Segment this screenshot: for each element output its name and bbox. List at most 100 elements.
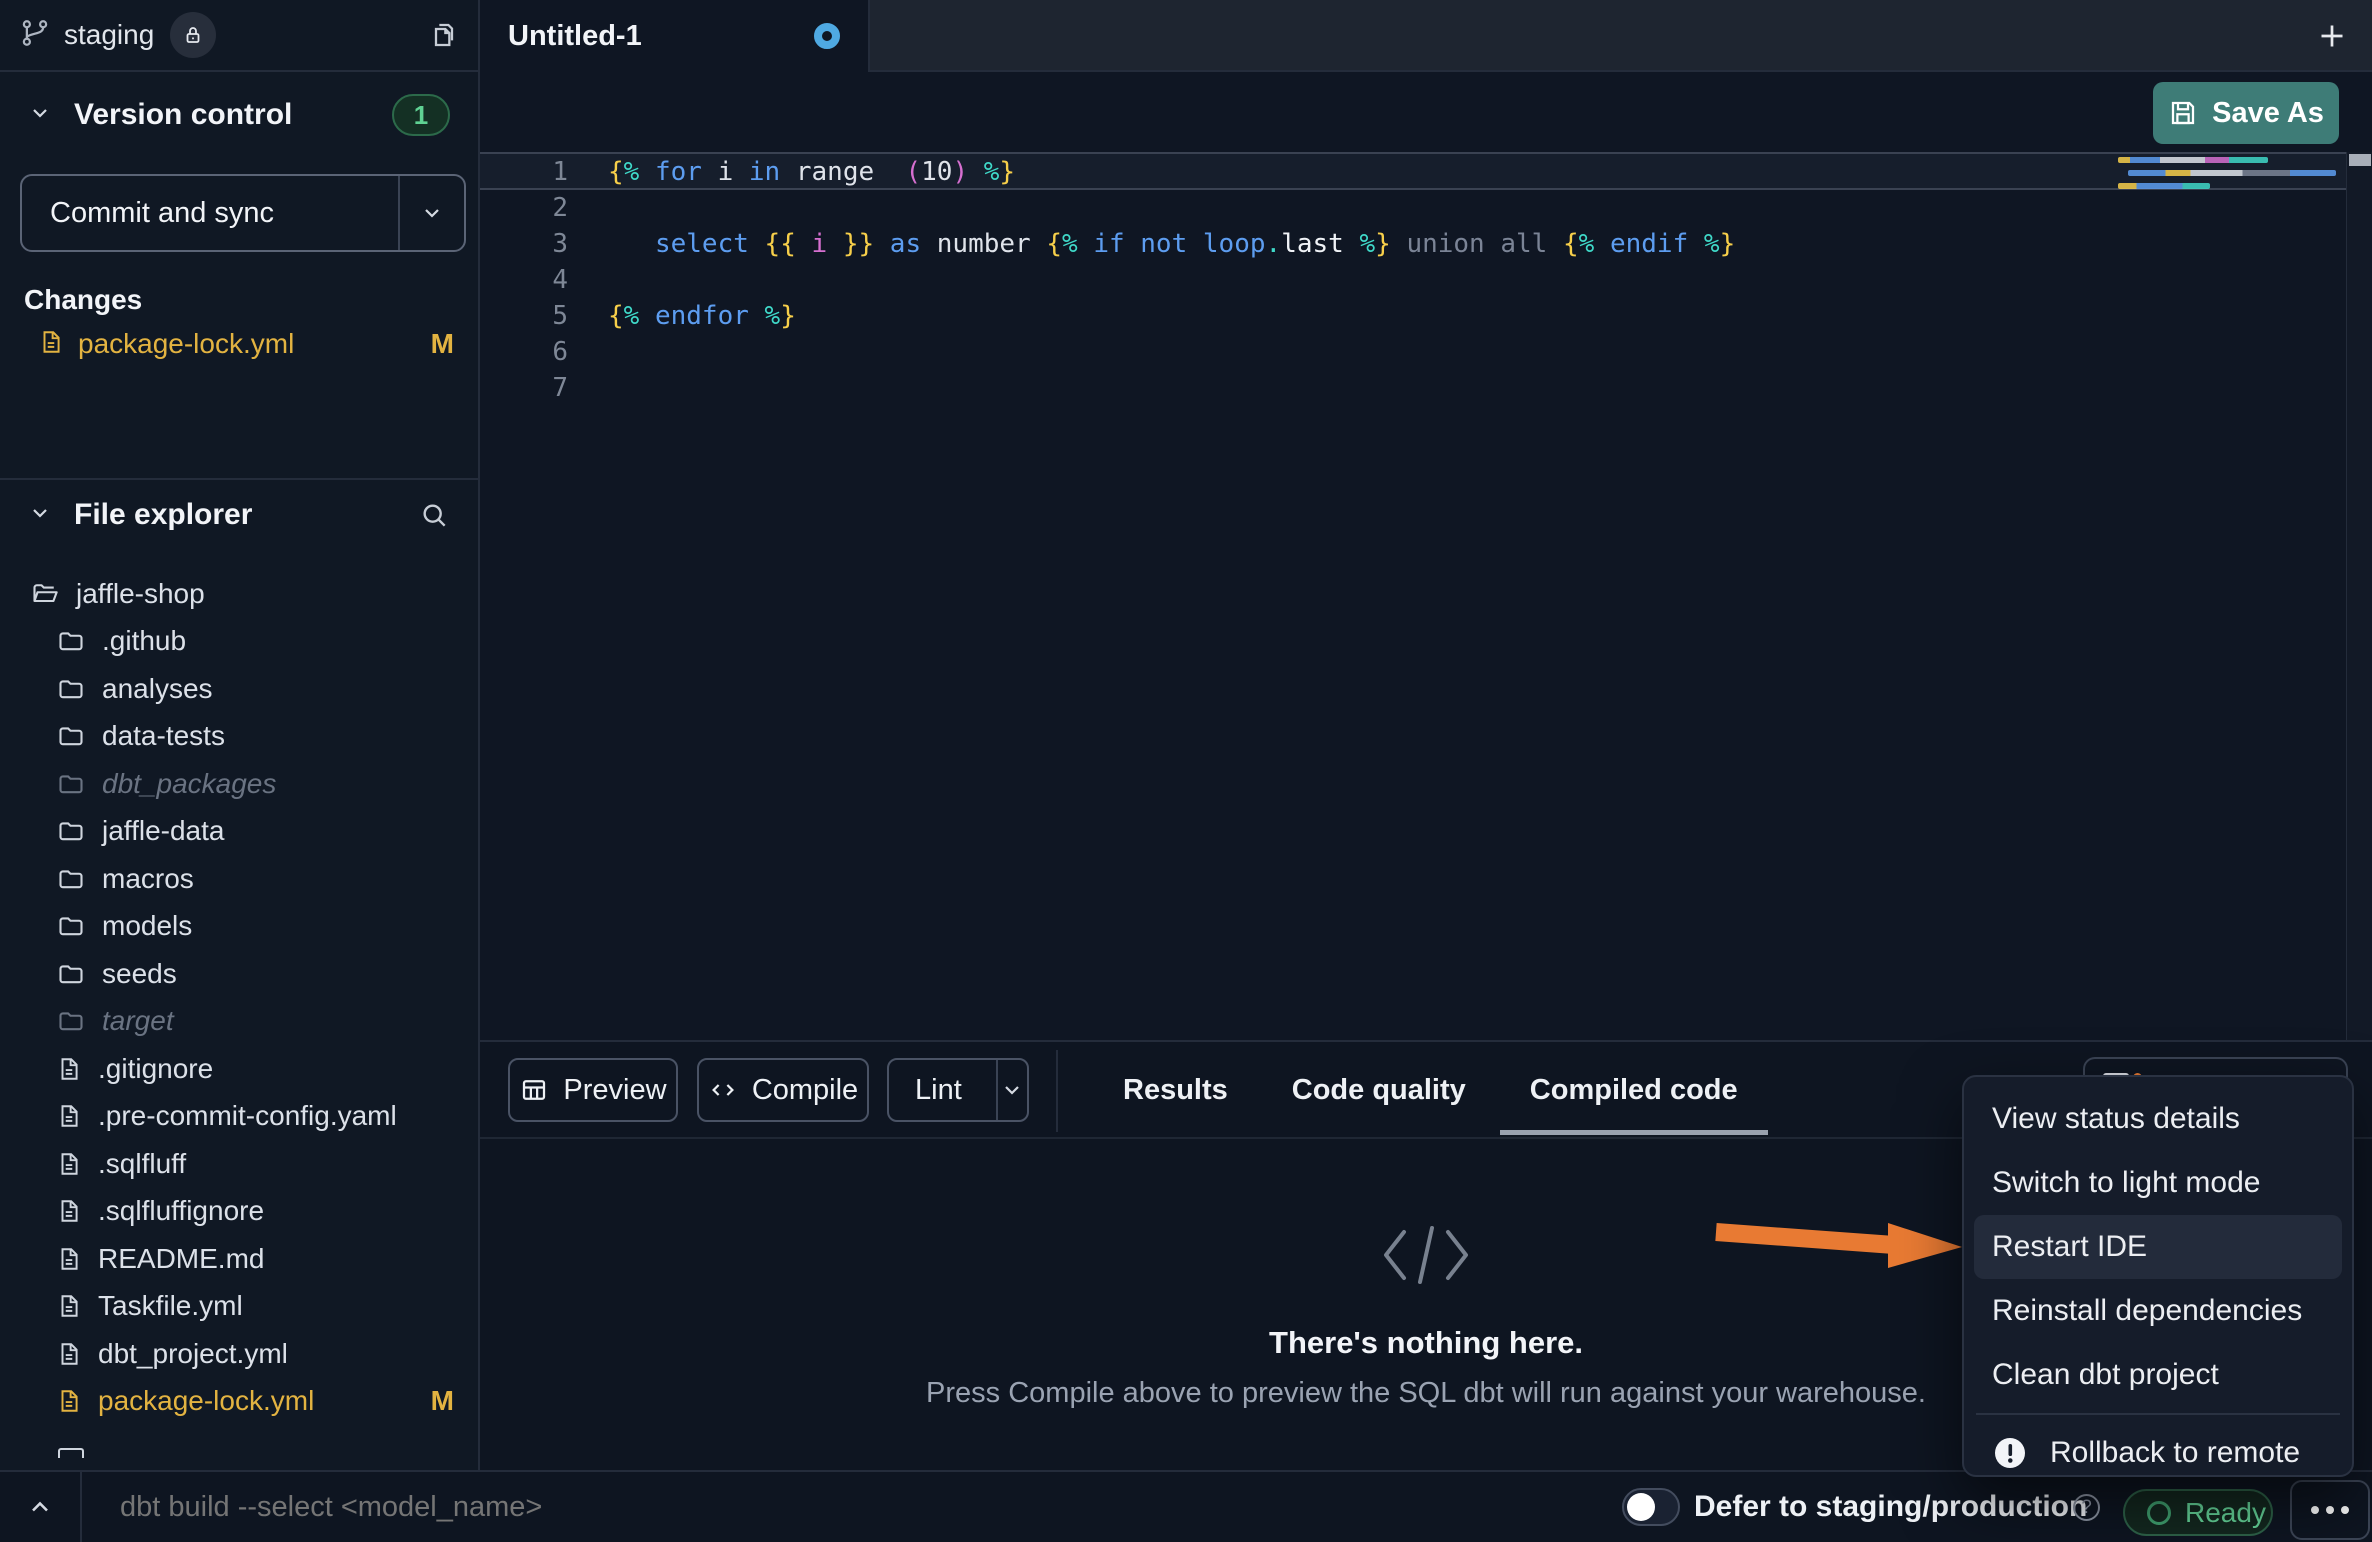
file-explorer-section: File explorer: [0, 478, 478, 530]
tab-compiled-code[interactable]: Compiled code: [1530, 1042, 1738, 1139]
commit-and-sync-button[interactable]: Commit and sync: [20, 174, 466, 252]
folder-icon: [56, 1007, 86, 1035]
chevron-up-icon: [26, 1493, 54, 1521]
copy-files-icon[interactable]: [426, 19, 458, 51]
tree-item-data-tests[interactable]: data-tests: [0, 713, 478, 761]
lint-label: Lint: [889, 1074, 982, 1107]
file-explorer-header[interactable]: File explorer: [0, 480, 478, 530]
lint-button[interactable]: Lint: [887, 1058, 1029, 1122]
lock-icon: [170, 12, 216, 58]
new-tab-plus-icon[interactable]: [2314, 18, 2350, 54]
editor-tabstrip: Untitled-1: [480, 0, 2372, 72]
tree-item-target[interactable]: target: [0, 998, 478, 1046]
tab-results[interactable]: Results: [1123, 1042, 1228, 1139]
file-icon: [38, 327, 64, 362]
tree-item-README.md[interactable]: README.md: [0, 1235, 478, 1283]
menu-item-restart-ide[interactable]: Restart IDE: [1974, 1215, 2342, 1279]
annotation-arrow: [1712, 1220, 1964, 1275]
modified-badge: M: [431, 328, 454, 360]
sidebar: staging Version control 1 Commit and syn…: [0, 0, 480, 1470]
chevron-down-icon: [1000, 1078, 1024, 1102]
tree-item-Taskfile.yml[interactable]: Taskfile.yml: [0, 1283, 478, 1331]
file-explorer-title: File explorer: [74, 498, 252, 532]
tree-item-analyses[interactable]: analyses: [0, 665, 478, 713]
folder-icon: [56, 865, 86, 893]
unsaved-indicator-dot: [814, 23, 840, 49]
collapse-panel-button[interactable]: [0, 1472, 82, 1542]
file-icon: [56, 1339, 82, 1369]
code-line-5: 5{% endfor %}: [480, 298, 2372, 334]
vertical-scrollbar[interactable]: [2346, 152, 2372, 1040]
code-line-3: 3 select {{ i }} as number {% if not loo…: [480, 226, 2372, 262]
compile-button[interactable]: Compile: [697, 1058, 869, 1122]
chevron-down-icon: [28, 101, 52, 130]
changed-file-package-lock.yml[interactable]: package-lock.ymlM: [0, 322, 478, 366]
version-control-header[interactable]: Version control 1: [0, 90, 478, 140]
line-number: 3: [480, 229, 568, 259]
tree-item-.sqlfluff[interactable]: .sqlfluff: [0, 1140, 478, 1188]
tab-untitled-1[interactable]: Untitled-1: [480, 0, 870, 72]
folder-icon: [56, 817, 86, 845]
tree-item-dbt_packages[interactable]: dbt_packages: [0, 760, 478, 808]
tree-item-jaffle-shop[interactable]: jaffle-shop: [0, 570, 478, 618]
search-icon[interactable]: [418, 499, 450, 531]
tree-item-.github[interactable]: .github: [0, 618, 478, 666]
tree-item-.pre-commit-config.yaml[interactable]: .pre-commit-config.yaml: [0, 1093, 478, 1141]
code-line-7: 7: [480, 370, 2372, 406]
tree-item-models[interactable]: models: [0, 903, 478, 951]
save-icon: [2168, 98, 2198, 128]
folder-open-icon: [30, 580, 60, 608]
line-number: 7: [480, 373, 568, 403]
tree-item-package-lock.yml[interactable]: package-lock.ymlM: [0, 1378, 478, 1426]
menu-item-view-status-details[interactable]: View status details: [1964, 1087, 2352, 1151]
version-control-title: Version control: [74, 98, 292, 132]
tree-item-.gitignore[interactable]: .gitignore: [0, 1045, 478, 1093]
code-editor[interactable]: 1{% for i in range (10) %}23 select {{ i…: [480, 152, 2372, 1040]
question-circle-icon[interactable]: ?: [2073, 1494, 2100, 1521]
line-number: 4: [480, 265, 568, 295]
folder-icon: [56, 722, 86, 750]
defer-toggle[interactable]: [1622, 1488, 1680, 1526]
branch-row: staging: [0, 0, 478, 72]
modified-badge: M: [431, 1385, 454, 1417]
changes-heading: Changes: [24, 284, 142, 316]
file-tree: jaffle-shop.githubanalysesdata-testsdbt_…: [0, 570, 478, 1425]
tab-code-quality[interactable]: Code quality: [1292, 1042, 1466, 1139]
folder-icon: [56, 912, 86, 940]
tree-item-seeds[interactable]: seeds: [0, 950, 478, 998]
commit-options-dropdown[interactable]: [398, 176, 464, 250]
menu-divider: [1976, 1413, 2340, 1415]
file-icon: [56, 1149, 82, 1179]
results-tabs: Results Code quality Compiled code: [1123, 1042, 1738, 1139]
ide-options-menu: View status detailsSwitch to light modeR…: [1962, 1075, 2354, 1477]
save-as-button[interactable]: Save As: [2153, 82, 2339, 144]
tree-item-dbt_project.yml[interactable]: dbt_project.yml: [0, 1330, 478, 1378]
menu-item-rollback-to-remote[interactable]: Rollback to remote: [1964, 1421, 2352, 1485]
file-icon: [56, 1196, 82, 1226]
tree-item-macros[interactable]: macros: [0, 855, 478, 903]
tree-item-jaffle-data[interactable]: jaffle-data: [0, 808, 478, 856]
command-input[interactable]: [120, 1472, 1420, 1542]
minimap[interactable]: [2118, 157, 2340, 196]
save-as-label: Save As: [2212, 97, 2324, 130]
branch-name[interactable]: staging: [64, 19, 154, 51]
line-number: 6: [480, 337, 568, 367]
tab-title: Untitled-1: [508, 20, 642, 53]
line-number: 1: [480, 157, 568, 187]
preview-label: Preview: [563, 1074, 666, 1107]
code-line-4: 4: [480, 262, 2372, 298]
overflow-menu-button[interactable]: [2290, 1480, 2370, 1540]
tree-item-.sqlfluffignore[interactable]: .sqlfluffignore: [0, 1188, 478, 1236]
menu-item-switch-to-light-mode[interactable]: Switch to light mode: [1964, 1151, 2352, 1215]
changes-list: package-lock.ymlM: [0, 322, 478, 366]
status-ready-badge[interactable]: Ready: [2123, 1489, 2273, 1536]
menu-item-reinstall-dependencies[interactable]: Reinstall dependencies: [1964, 1279, 2352, 1343]
folder-icon: [56, 675, 86, 703]
file-icon: [56, 1386, 82, 1416]
scrollbar-thumb[interactable]: [2349, 154, 2371, 166]
menu-item-clean-dbt-project[interactable]: Clean dbt project: [1964, 1343, 2352, 1407]
code-lines: 1{% for i in range (10) %}23 select {{ i…: [480, 154, 2372, 406]
line-number: 2: [480, 193, 568, 223]
lint-dropdown[interactable]: [996, 1060, 1027, 1120]
preview-button[interactable]: Preview: [508, 1058, 678, 1122]
